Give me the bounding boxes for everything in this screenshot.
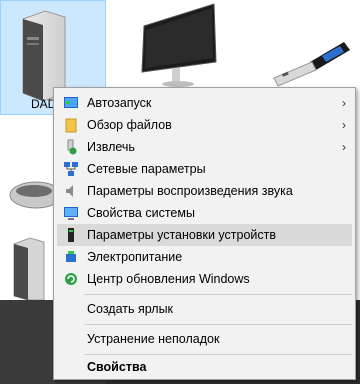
submenu-arrow-icon: › (342, 118, 346, 132)
menu-item-label: Электропитание (87, 250, 183, 264)
menu-item-label: Сетевые параметры (87, 162, 206, 176)
folder-icon (65, 118, 77, 133)
menu-item-properties[interactable]: Свойства (57, 356, 352, 378)
autoplay-icon (64, 97, 78, 108)
menu-item-label: Параметры воспроизведения звука (87, 184, 293, 198)
windows-update-icon (65, 273, 77, 285)
menu-item-windows-update[interactable]: Центр обновления Windows (57, 268, 352, 290)
menu-item-label: Центр обновления Windows (87, 272, 250, 286)
menu-item-browse-files[interactable]: Обзор файлов › (57, 114, 352, 136)
submenu-arrow-icon: › (342, 140, 346, 154)
power-icon (66, 251, 76, 262)
menu-item-power-options[interactable]: Электропитание (57, 246, 352, 268)
menu-item-label: Создать ярлык (87, 302, 174, 316)
menu-item-label: Автозапуск (87, 96, 152, 110)
menu-item-label: Извлечь (87, 140, 135, 154)
eject-usb-icon (67, 139, 77, 155)
menu-item-network-settings[interactable]: Сетевые параметры (57, 158, 352, 180)
menu-item-label: Свойства системы (87, 206, 195, 220)
menu-item-autoplay[interactable]: Автозапуск › (57, 92, 352, 114)
submenu-arrow-icon: › (342, 96, 346, 110)
menu-item-label: Параметры установки устройств (87, 228, 277, 242)
menu-item-label: Обзор файлов (87, 118, 172, 132)
menu-separator (84, 294, 352, 295)
menu-item-troubleshoot[interactable]: Устранение неполадок (57, 328, 352, 350)
menu-item-sound-playback[interactable]: Параметры воспроизведения звука (57, 180, 352, 202)
speaker-icon (66, 185, 73, 197)
menu-item-create-shortcut[interactable]: Создать ярлык (57, 298, 352, 320)
network-icon (64, 162, 78, 176)
menu-item-system-properties[interactable]: Свойства системы (57, 202, 352, 224)
system-monitor-icon (64, 207, 78, 220)
menu-item-device-installation-settings[interactable]: Параметры установки устройств (57, 224, 352, 246)
menu-item-eject[interactable]: Извлечь › (57, 136, 352, 158)
menu-item-label: Свойства (87, 360, 147, 374)
menu-separator (84, 324, 352, 325)
device-install-icon (68, 228, 74, 242)
menu-separator (84, 354, 352, 355)
context-menu: Автозапуск › Обзор файлов › Извлечь › Се… (53, 87, 356, 380)
menu-item-label: Устранение неполадок (87, 332, 220, 346)
